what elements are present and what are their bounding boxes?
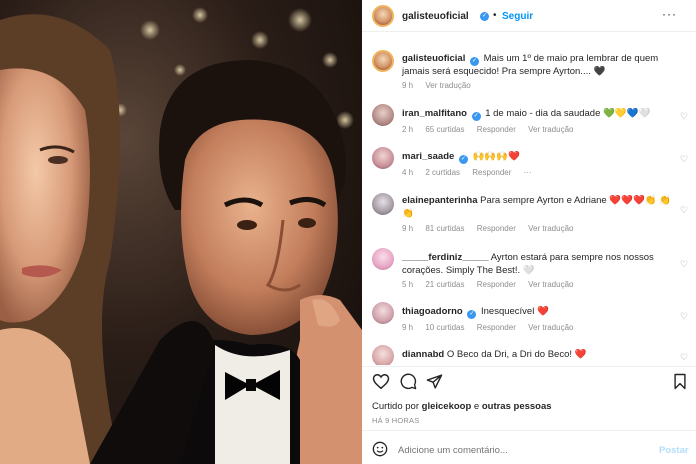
comment-username[interactable]: diannabd [402,349,444,360]
translate-link[interactable]: Ver tradução [528,125,573,134]
comment-likes[interactable]: 10 curtidas [425,323,464,332]
comment-avatar[interactable] [372,147,394,169]
comment-text: thiagoadorno ✓ Inesquecível ❤️ [402,305,672,319]
caption-meta: 9 h Ver tradução [402,81,481,90]
comment-text: iran_malfitano ✓ 1 de maio - dia da saud… [402,107,672,121]
red-heart-icon: ❤️ [536,306,549,317]
caption-text: galisteuoficial ✓ Mais um 1º de maio pra… [402,52,682,78]
comment-avatar[interactable] [372,302,394,324]
reply-button[interactable]: Responder [472,168,511,177]
comment-likes[interactable]: 21 curtidas [425,280,464,289]
owner-avatar[interactable] [372,5,394,27]
comment-likes[interactable]: 2 curtidas [425,168,460,177]
comment-username[interactable]: iran_malfitano [402,108,467,119]
comment-meta: 5 h 21 curtidas Responder Ver tradução [402,280,583,289]
comment-text: mari_saade ✓ 🙌🙌🙌❤️ [402,150,672,164]
white-heart-icon: 🤍 [522,265,535,276]
translate-link[interactable]: Ver tradução [528,224,573,233]
emoji-smiley-icon[interactable] [372,441,388,457]
post-header: galisteuoficial ✓ • Seguir ··· [362,0,696,32]
liked-by-text: Curtido por gleicekoop e outras pessoas [372,401,552,412]
more-options-icon[interactable]: ··· [662,7,677,21]
comment-meta: 9 h 81 curtidas Responder Ver tradução [402,224,583,233]
caption-time: 9 h [402,81,414,90]
comment-avatar[interactable] [372,193,394,215]
comment-body: 1 de maio - dia da saudade [485,108,601,119]
comment-meta: 2 h 65 curtidas Responder Ver tradução [402,125,583,134]
comment-time: 9 h [402,323,414,332]
post-detail-panel: galisteuoficial ✓ • Seguir ··· galisteuo… [362,0,696,464]
caption-avatar[interactable] [372,50,394,72]
comment-text: elainepanterinha Para sempre Ayrton e Ad… [402,194,672,220]
more-options-icon[interactable]: ··· [524,168,532,177]
comment-meta: 4 h 2 curtidas Responder ··· [402,168,542,177]
comment-body: Para sempre Ayrton e Adriane [480,195,607,206]
comment-likes[interactable]: 65 curtidas [425,125,464,134]
caption-translate-link[interactable]: Ver tradução [425,81,470,90]
verified-badge-icon: ✓ [467,310,477,319]
verified-badge-icon: ✓ [480,12,489,21]
black-heart-icon: 🖤 [593,66,606,77]
comment-text: diannabd O Beco da Dri, a Dri do Beco! ❤… [402,348,672,361]
comment-like-heart-icon[interactable]: ♡ [680,154,688,165]
comment-like-heart-icon[interactable]: ♡ [680,205,688,216]
comment-time: 4 h [402,168,414,177]
reply-button[interactable]: Responder [477,224,516,233]
caption-username[interactable]: galisteuoficial [402,53,465,64]
comment-username[interactable]: thiagoadorno [402,306,463,317]
red-heart-icon: ❤️ [574,349,587,360]
comment-avatar[interactable] [372,345,394,365]
verified-badge-icon: ✓ [458,155,468,164]
translate-link[interactable]: Ver tradução [528,323,573,332]
reply-button[interactable]: Responder [477,323,516,332]
comment-time: 9 h [402,224,414,233]
comment-input-divider [362,430,696,431]
add-comment-input[interactable] [398,443,638,457]
comment-meta: 9 h 10 curtidas Responder Ver tradução [402,323,583,332]
liked-by-prefix: Curtido por [372,401,419,412]
comment-bubble-icon[interactable] [400,373,417,390]
reply-button[interactable]: Responder [477,280,516,289]
hearts-emoji-icon: 💚💛💙🤍 [603,108,651,119]
post-comment-button[interactable]: Postar [659,445,689,456]
header-separator: • [493,10,497,21]
comment-avatar[interactable] [372,104,394,126]
comment-username[interactable]: mari_saade [402,151,454,162]
comment-text: _____ferdiniz_____ Ayrton estará para se… [402,251,672,277]
translate-link[interactable]: Ver tradução [528,280,573,289]
comment-likes[interactable]: 81 curtidas [425,224,464,233]
comment-time: 2 h [402,125,414,134]
comment-body: Inesquecível [480,306,535,317]
hands-emoji-icon: 🙌🙌🙌❤️ [472,151,520,162]
comment-body: O Beco da Dri, a Dri do Beco! [446,349,573,360]
post-photo-illustration [0,7,362,464]
comment-like-heart-icon[interactable]: ♡ [680,311,688,322]
comment-like-heart-icon[interactable]: ♡ [680,259,688,270]
comment-time: 5 h [402,280,414,289]
liked-by-user[interactable]: gleicekoop [422,401,472,412]
comment-username[interactable]: _____ferdiniz_____ [402,252,489,263]
follow-button[interactable]: Seguir [502,11,533,22]
actions-divider [362,366,696,367]
save-bookmark-icon[interactable] [673,373,687,390]
comment-like-heart-icon[interactable]: ♡ [680,111,688,122]
owner-username[interactable]: galisteuoficial [402,11,469,22]
comment-username[interactable]: elainepanterinha [402,195,478,206]
liked-by-others[interactable]: outras pessoas [482,401,552,412]
comments-list[interactable]: galisteuoficial ✓ Mais um 1º de maio pra… [362,33,696,365]
verified-badge-icon: ✓ [470,57,479,66]
post-photo[interactable] [0,0,362,464]
comment-like-heart-icon[interactable]: ♡ [680,352,688,363]
comment-avatar[interactable] [372,248,394,270]
post-timestamp: HÁ 9 HORAS [372,416,420,425]
like-heart-icon[interactable] [372,373,390,390]
reply-button[interactable]: Responder [477,125,516,134]
verified-badge-icon: ✓ [471,112,481,121]
liked-by-connector: e [473,401,480,412]
share-paper-plane-icon[interactable] [426,373,443,390]
